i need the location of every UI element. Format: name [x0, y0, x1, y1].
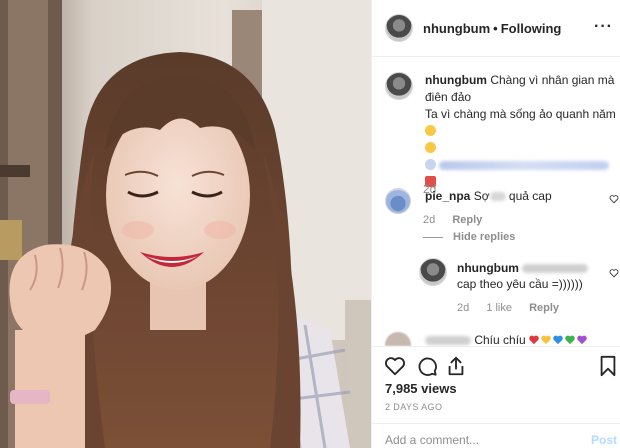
avatar[interactable]: [385, 72, 413, 100]
like-heart-icon[interactable]: [609, 268, 619, 278]
add-comment-bar: Add a comment... Post: [372, 423, 620, 448]
reply-text: nhungbum cap theo yêu cầu =)))))): [457, 260, 607, 292]
reply-timestamp[interactable]: 2d: [457, 302, 469, 314]
avatar[interactable]: [385, 188, 411, 214]
bookmark-icon[interactable]: [597, 355, 619, 377]
reply-username[interactable]: nhungbum: [457, 261, 519, 275]
comment-meta: 2d Reply: [423, 214, 496, 226]
caption-body: nhungbum Chàng vì nhân gian mà điên đảo …: [425, 72, 620, 191]
blurred-text: [439, 161, 610, 171]
blurred-emoji-icon: [425, 159, 436, 170]
add-comment-input[interactable]: Add a comment...: [385, 433, 479, 447]
hide-replies-button[interactable]: Hide replies: [423, 231, 515, 243]
reply-meta: 2d 1 like Reply: [457, 302, 573, 314]
reply-likes[interactable]: 1 like: [486, 302, 512, 314]
following-button[interactable]: Following: [501, 21, 562, 36]
reply-button[interactable]: Reply: [452, 214, 482, 226]
like-heart-icon[interactable]: [609, 194, 619, 204]
avatar[interactable]: [385, 332, 411, 346]
blurred-text: [522, 264, 589, 274]
comment-username[interactable]: pie_npa: [425, 189, 470, 203]
hearts-emoji-group: [529, 335, 587, 345]
comments-list[interactable]: nhungbum Chàng vì nhân gian mà điên đảo …: [372, 58, 620, 346]
comment-text: Chíu chíu: [425, 332, 587, 346]
post-media[interactable]: [0, 0, 371, 448]
blurred-username: [425, 336, 471, 346]
red-heart-icon: [529, 335, 539, 345]
post-actions: 7,985 views 2 DAYS AGO Add a comment... …: [372, 346, 620, 448]
separator-dot: •: [493, 20, 498, 36]
post-photo: [0, 0, 371, 448]
header-username[interactable]: nhungbum: [423, 21, 490, 36]
comment-text: pie_npa Sợ quả cap: [425, 188, 552, 204]
caption-line2: Ta vì chàng mà sống ảo quanh năm: [425, 107, 616, 121]
views-count[interactable]: 7,985 views: [385, 381, 457, 396]
share-icon[interactable]: [445, 355, 467, 377]
post-header: nhungbum • Following ···: [372, 0, 620, 57]
avatar[interactable]: [385, 14, 413, 42]
divider-line: [423, 236, 443, 238]
purple-heart-icon: [577, 335, 587, 345]
caption-username[interactable]: nhungbum: [425, 73, 487, 87]
grinning-emoji-icon: [425, 125, 436, 136]
avatar[interactable]: [419, 258, 447, 286]
green-heart-icon: [565, 335, 575, 345]
reply-body: cap theo yêu cầu =)))))): [457, 277, 583, 291]
comment-text-end: quả cap: [508, 189, 552, 203]
grinning-emoji-icon: [425, 142, 436, 153]
post-time[interactable]: 2 DAYS AGO: [385, 402, 442, 412]
post-panel: nhungbum • Following ··· nhungbum Chàng …: [371, 0, 620, 448]
comment-body: Chíu chíu: [474, 333, 526, 346]
comment-text-start: Sợ: [473, 189, 490, 203]
action-icons: [384, 355, 616, 379]
comment-icon[interactable]: [416, 355, 438, 377]
blue-heart-icon: [553, 335, 563, 345]
yellow-heart-icon: [541, 335, 551, 345]
comment-timestamp[interactable]: 2d: [423, 214, 435, 226]
blurred-text: [489, 192, 506, 202]
hide-replies-label: Hide replies: [453, 231, 516, 243]
more-options-icon[interactable]: ···: [594, 18, 613, 36]
heart-icon[interactable]: [384, 355, 406, 377]
post-button[interactable]: Post: [591, 433, 617, 447]
reply-button[interactable]: Reply: [529, 302, 559, 314]
